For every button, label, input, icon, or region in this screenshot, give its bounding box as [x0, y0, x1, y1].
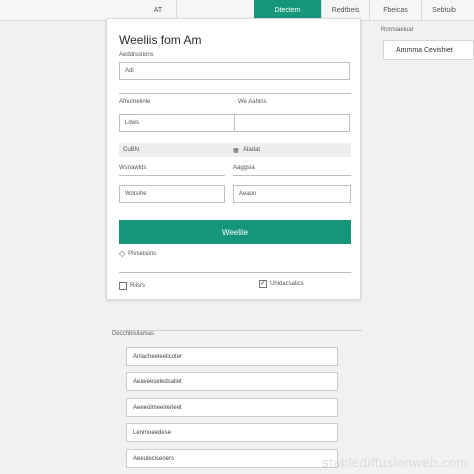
diamond-check-icon[interactable]: ◇	[119, 249, 125, 258]
info-row: CuBN ▦ Aladat	[119, 143, 351, 157]
form-title: Weeliis fom Am	[119, 33, 202, 47]
side-panel-label: Rormiaeiuar	[381, 27, 414, 33]
check-left-row[interactable]: Rilsrs	[119, 282, 145, 290]
divider	[119, 93, 351, 94]
address-label: Aeddrsstions	[119, 52, 154, 58]
list-item[interactable]: Lenmoeedese	[126, 423, 338, 442]
form-card: Weeliis fom Am Aeddrsstions Adi Afnumeli…	[106, 18, 361, 300]
check-left-label: Rilsrs	[130, 283, 145, 289]
address-input[interactable]: Adi	[119, 62, 350, 80]
tab-sebtuib[interactable]: Sebtuib	[421, 0, 466, 21]
divider	[119, 175, 225, 176]
list-item[interactable]: Aeaveeseledsaliet	[126, 372, 338, 391]
watermark: stablediffusionweb.com	[322, 455, 468, 470]
checkbox-checked-icon[interactable]: ✓	[259, 280, 267, 288]
name-input[interactable]: Wotsihe	[119, 185, 225, 203]
phone-label: Aaggsia	[233, 165, 255, 171]
left-label: Afnumelinle	[119, 99, 151, 105]
right-input[interactable]	[234, 114, 350, 132]
list-item[interactable]: Anlacheeleelicoter	[126, 347, 338, 366]
side-panel-card[interactable]: Ammma Cevishiet	[383, 40, 474, 60]
list-item[interactable]: Aeeuleciseriers	[126, 449, 338, 468]
info-right: Aladat	[243, 147, 261, 153]
checkbox-icon[interactable]	[119, 282, 127, 290]
divider	[233, 175, 351, 176]
info-left: CuBN	[123, 147, 140, 153]
submit-button[interactable]: Weeliie	[119, 220, 351, 244]
doc-icon: ▦	[233, 147, 239, 154]
consent-row[interactable]: ◇ Pivseisiins	[119, 249, 156, 258]
phone-input[interactable]: Aeaon	[233, 185, 351, 203]
divider	[119, 272, 351, 273]
check-right-label: Uhidacsalics	[270, 281, 304, 287]
name-label: Wsnawlds	[119, 165, 147, 171]
check-right-row[interactable]: ✓ Uhidacsalics	[259, 280, 304, 288]
list-item[interactable]: Aeeeolmeeirerleet	[126, 398, 338, 417]
section-label: Decchbisilamas	[112, 331, 155, 337]
consent-label: Pivseisiins	[128, 250, 157, 257]
left-input[interactable]: Ldws	[119, 114, 235, 132]
right-label: We Aahins	[238, 99, 267, 105]
tab-fbeicas[interactable]: Fbeicas	[369, 0, 421, 21]
